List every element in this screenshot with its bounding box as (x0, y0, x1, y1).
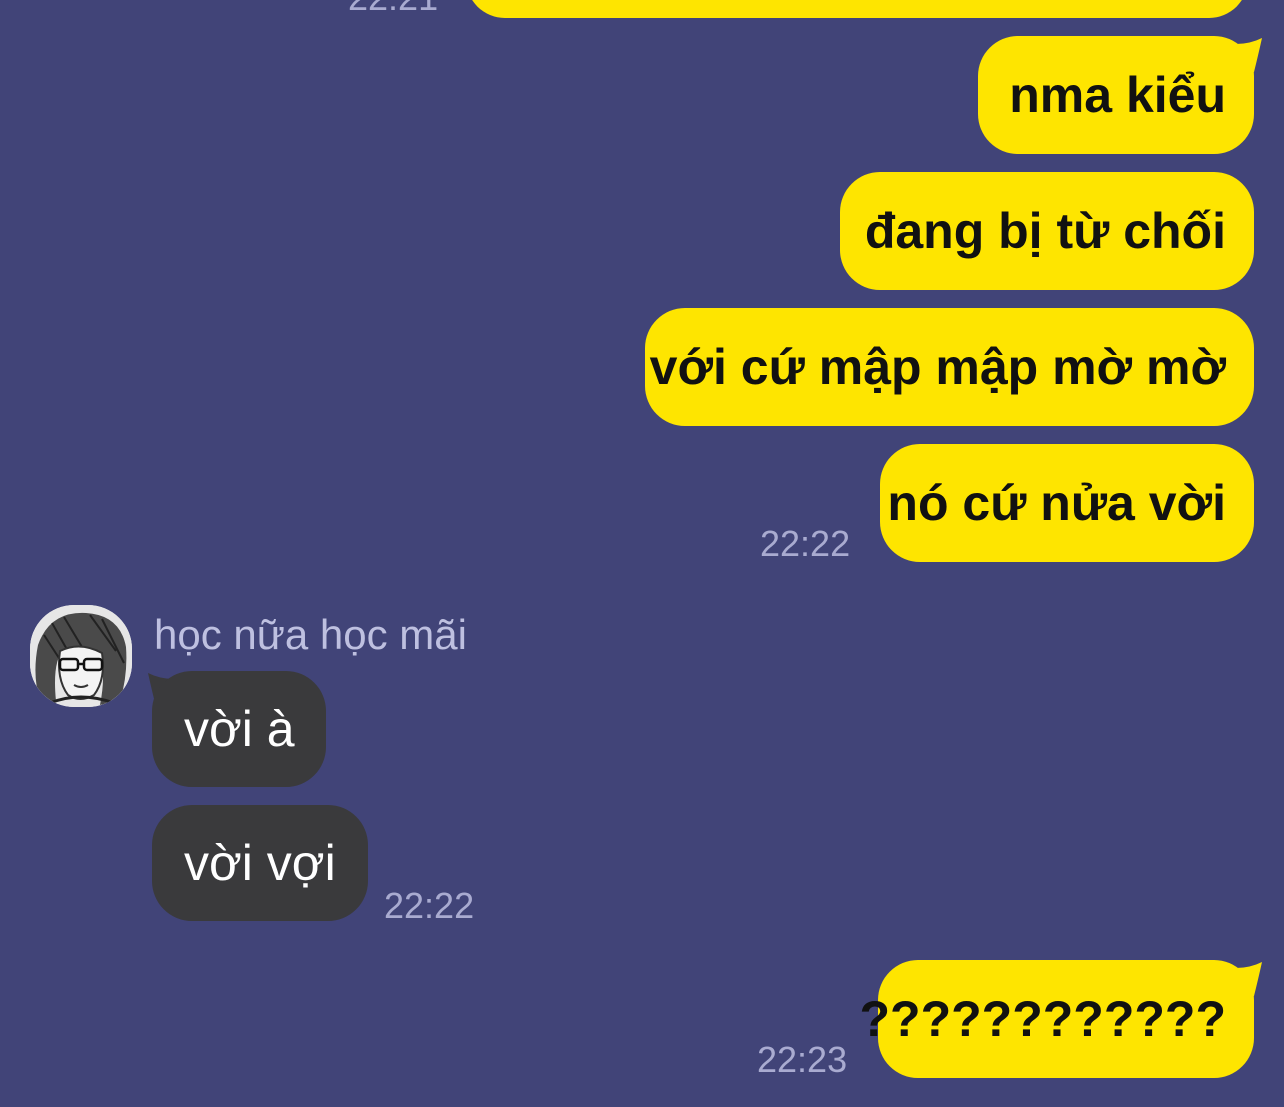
outgoing-message-bubble[interactable]: nma kiểu (978, 36, 1254, 154)
incoming-message-bubble[interactable]: vời vợi (152, 805, 368, 921)
bubble-tail-icon (1236, 962, 1262, 996)
message-timestamp: 22:22 (760, 523, 851, 564)
outgoing-message-bubble[interactable]: ???????????? (859, 960, 1254, 1078)
message-timestamp-partial: 22:21 (348, 0, 438, 16)
bubble-tail-icon (1236, 38, 1262, 72)
sender-name: học nữa học mãi (154, 611, 467, 658)
outgoing-message-bubble-partial[interactable] (466, 0, 1248, 18)
message-timestamp: 22:23 (757, 1039, 848, 1080)
message-timestamp: 22:22 (384, 885, 475, 926)
outgoing-message-bubble[interactable]: đang bị từ chối (840, 172, 1254, 290)
incoming-message-bubble[interactable]: vời à (152, 671, 326, 787)
outgoing-message-bubble[interactable]: với cứ mập mập mờ mờ (645, 308, 1254, 426)
outgoing-message-bubble[interactable]: nó cứ nửa vời (880, 444, 1254, 562)
contact-avatar[interactable] (30, 605, 132, 707)
manga-character-avatar-icon (30, 605, 132, 707)
